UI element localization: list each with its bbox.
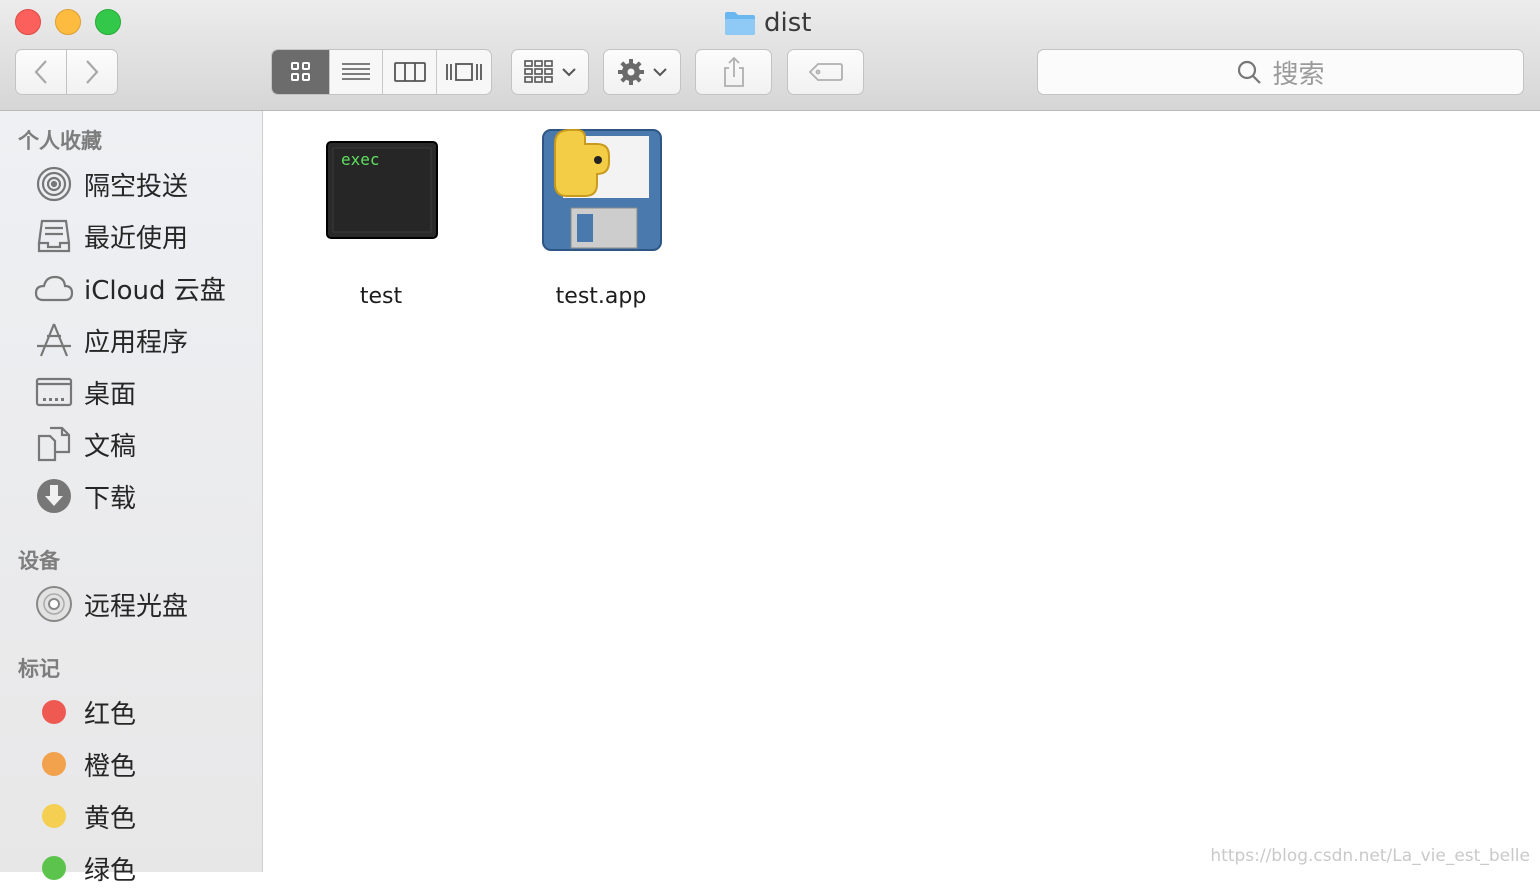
sidebar-item-label: 应用程序 bbox=[84, 327, 189, 358]
sidebar: 个人收藏 隔空投送 最近使用 iCloud 云盘 应用程序 桌面 文稿 下载 设… bbox=[0, 111, 263, 886]
list-icon bbox=[342, 63, 371, 80]
forward-button[interactable] bbox=[66, 49, 118, 95]
devices-header: 设备 bbox=[18, 549, 60, 573]
red-tag-dot-icon bbox=[42, 700, 66, 724]
chevron-left-icon bbox=[34, 60, 47, 84]
sidebar-item-desktop[interactable]: 桌面 bbox=[32, 370, 136, 414]
recents-icon bbox=[32, 214, 76, 258]
list-view-button[interactable] bbox=[329, 50, 382, 94]
sidebar-item-tag-orange[interactable]: 橙色 bbox=[32, 742, 136, 786]
yellow-tag-dot-icon bbox=[42, 804, 66, 828]
unix-executable-icon: exec bbox=[326, 141, 438, 239]
green-tag-dot-icon bbox=[42, 856, 66, 880]
cover-flow-icon bbox=[446, 63, 483, 81]
chevron-down-icon bbox=[562, 68, 576, 77]
file-item-test[interactable]: exec test bbox=[291, 126, 471, 326]
share-button[interactable] bbox=[695, 49, 772, 95]
python-app-icon bbox=[542, 129, 662, 251]
sidebar-item-label: 绿色 bbox=[84, 855, 137, 886]
arrange-grid-icon bbox=[524, 60, 553, 83]
tags-header: 标记 bbox=[18, 657, 60, 681]
desktop-icon bbox=[32, 370, 76, 414]
sidebar-item-tag-yellow[interactable]: 黄色 bbox=[32, 794, 136, 838]
folder-icon bbox=[725, 12, 755, 35]
sidebar-item-label: iCloud 云盘 bbox=[84, 275, 226, 306]
sidebar-item-icloud[interactable]: iCloud 云盘 bbox=[32, 266, 226, 310]
column-view-button[interactable] bbox=[381, 50, 437, 94]
gear-icon bbox=[618, 59, 644, 85]
search-field[interactable]: 搜索 bbox=[1037, 49, 1524, 95]
share-icon bbox=[723, 56, 744, 87]
sidebar-item-label: 桌面 bbox=[84, 379, 137, 410]
sidebar-item-documents[interactable]: 文稿 bbox=[32, 422, 136, 466]
sidebar-item-label: 红色 bbox=[84, 699, 137, 730]
arrange-button[interactable] bbox=[511, 49, 589, 95]
minimize-window-button[interactable] bbox=[55, 9, 81, 35]
sidebar-item-label: 最近使用 bbox=[84, 223, 189, 254]
zoom-window-button[interactable] bbox=[95, 9, 121, 35]
sidebar-item-remote-disc[interactable]: 远程光盘 bbox=[32, 582, 188, 626]
search-icon bbox=[1238, 60, 1262, 84]
orange-tag-dot-icon bbox=[42, 752, 66, 776]
chevron-down-icon bbox=[653, 68, 667, 77]
exec-label: exec bbox=[341, 150, 380, 169]
file-name: test bbox=[359, 284, 403, 309]
toolbar: dist 搜索 bbox=[0, 0, 1540, 111]
icon-grid-icon bbox=[290, 62, 310, 81]
sidebar-item-tag-red[interactable]: 红色 bbox=[32, 690, 136, 734]
sidebar-item-recents[interactable]: 最近使用 bbox=[32, 214, 188, 258]
view-mode-control bbox=[271, 49, 492, 95]
tags-button[interactable] bbox=[787, 49, 864, 95]
window-title-text: dist bbox=[764, 8, 812, 38]
sidebar-item-label: 远程光盘 bbox=[84, 591, 189, 622]
sidebar-item-label: 橙色 bbox=[84, 751, 137, 782]
file-name: test.app bbox=[555, 284, 647, 309]
search-placeholder: 搜索 bbox=[1272, 59, 1325, 90]
downloads-icon bbox=[32, 474, 76, 518]
applications-icon bbox=[32, 318, 76, 362]
tag-icon bbox=[808, 63, 843, 81]
columns-icon bbox=[393, 62, 426, 82]
sidebar-item-label: 黄色 bbox=[84, 803, 137, 834]
file-item-test-app[interactable]: test.app bbox=[511, 126, 691, 326]
chevron-right-icon bbox=[86, 60, 99, 84]
icon-view-button[interactable] bbox=[272, 50, 330, 94]
sidebar-item-tag-green[interactable]: 绿色 bbox=[32, 846, 136, 890]
sidebar-item-label: 下载 bbox=[84, 483, 137, 514]
sidebar-item-downloads[interactable]: 下载 bbox=[32, 474, 136, 518]
action-button[interactable] bbox=[603, 49, 681, 95]
cover-flow-view-button[interactable] bbox=[436, 50, 491, 94]
sidebar-item-airdrop[interactable]: 隔空投送 bbox=[32, 162, 188, 206]
disc-icon bbox=[32, 582, 76, 626]
sidebar-item-label: 隔空投送 bbox=[84, 171, 189, 202]
watermark: https://blog.csdn.net/La_vie_est_belle bbox=[1210, 846, 1530, 866]
sidebar-item-applications[interactable]: 应用程序 bbox=[32, 318, 188, 362]
sidebar-item-label: 文稿 bbox=[84, 431, 137, 462]
close-window-button[interactable] bbox=[15, 9, 41, 35]
icloud-icon bbox=[32, 266, 76, 310]
favorites-header: 个人收藏 bbox=[18, 129, 102, 153]
window-title: dist bbox=[724, 6, 811, 40]
documents-icon bbox=[32, 422, 76, 466]
back-button[interactable] bbox=[15, 49, 67, 95]
airdrop-icon bbox=[32, 162, 76, 206]
